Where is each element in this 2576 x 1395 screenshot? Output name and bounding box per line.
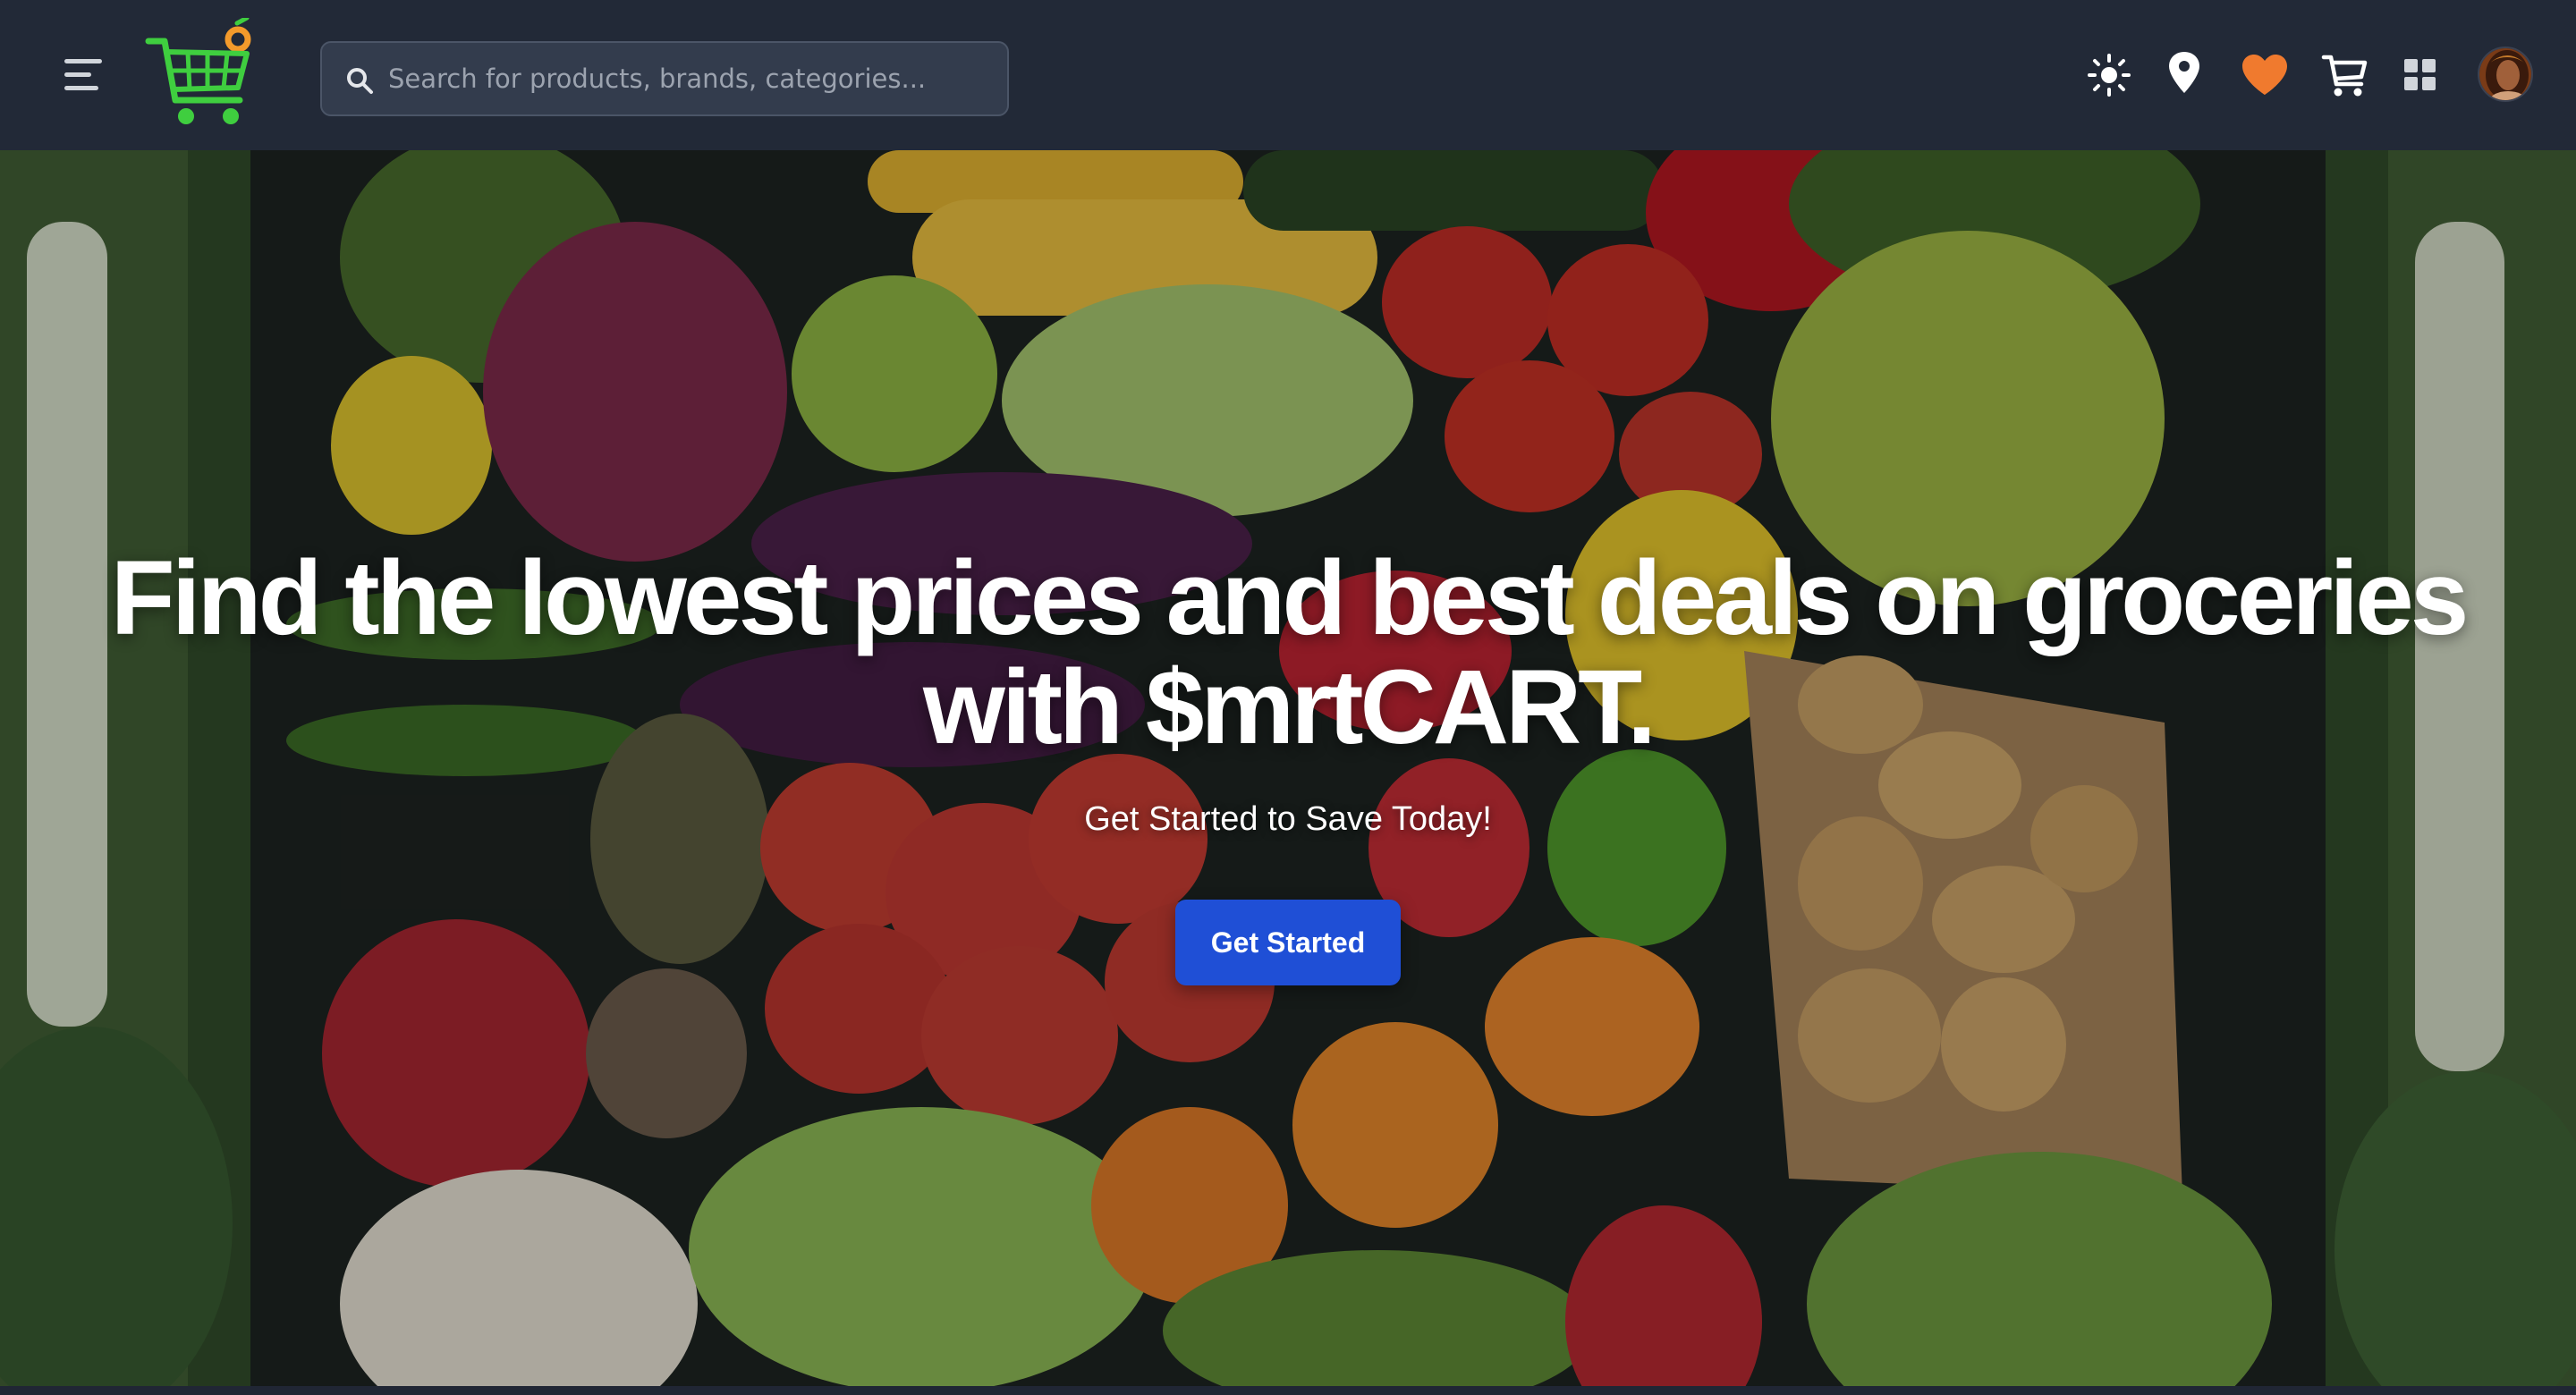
heart-icon[interactable] bbox=[2238, 48, 2292, 102]
page-bottom-edge bbox=[0, 1386, 2576, 1395]
grid-icon[interactable] bbox=[2394, 48, 2447, 102]
hero-section: Find the lowest prices and best deals on… bbox=[0, 150, 2576, 1386]
hamburger-menu-icon[interactable] bbox=[63, 55, 106, 95]
sun-icon[interactable] bbox=[2082, 48, 2136, 102]
top-navbar bbox=[0, 0, 2576, 150]
search-bar bbox=[320, 41, 1009, 116]
get-started-button[interactable]: Get Started bbox=[1175, 900, 1401, 985]
map-pin-icon[interactable] bbox=[2157, 46, 2211, 100]
hero-content: Find the lowest prices and best deals on… bbox=[0, 150, 2576, 1386]
hero-subtitle: Get Started to Save Today! bbox=[1084, 800, 1492, 838]
cart-icon[interactable] bbox=[2318, 48, 2372, 102]
smrtcart-logo[interactable] bbox=[145, 15, 258, 134]
search-icon bbox=[345, 66, 374, 95]
hero-title-line-1: Find the lowest prices and best deals on… bbox=[110, 539, 2470, 657]
user-avatar[interactable] bbox=[2478, 46, 2533, 102]
search-input[interactable] bbox=[388, 43, 996, 114]
hero-title: Find the lowest prices and best deals on… bbox=[80, 544, 2496, 762]
hero-title-line-2: with $mrtCART. bbox=[923, 648, 1657, 766]
